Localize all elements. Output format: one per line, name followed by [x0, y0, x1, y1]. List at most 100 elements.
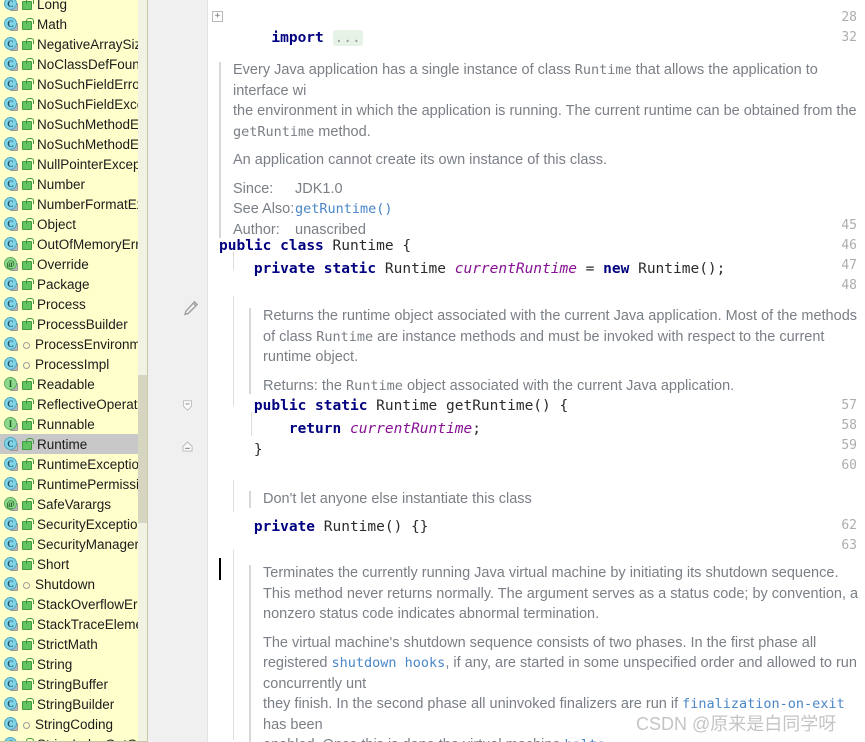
edit-pencil-icon[interactable]	[183, 300, 199, 316]
completion-item-label: StringBuilder	[37, 696, 115, 712]
completion-item[interactable]: C StringCoding	[0, 714, 147, 734]
class-completion-popup[interactable]: C Long C Math C NegativeArraySizeE C NoClassDef…	[0, 0, 148, 742]
line-number[interactable]: 47	[797, 256, 857, 276]
code-line[interactable]: return currentRuntime;	[219, 419, 481, 439]
completion-item[interactable]: C Package	[0, 274, 147, 294]
completion-item[interactable]: C Math	[0, 14, 147, 34]
line-number[interactable]: 57	[797, 396, 857, 416]
completion-item[interactable]: C NullPointerExceptic	[0, 154, 147, 174]
completion-item[interactable]: C NoSuchMethodErro	[0, 114, 147, 134]
code-line[interactable]: public static Runtime getRuntime() {	[219, 396, 568, 416]
class-icon: C	[4, 236, 20, 252]
popup-scrollbar-thumb[interactable]	[138, 375, 147, 523]
completion-item[interactable]: C NoClassDefFoundE	[0, 54, 147, 74]
fold-region-start-icon[interactable]	[182, 400, 193, 411]
completion-item[interactable]: @ Override	[0, 254, 147, 274]
completion-item-selected[interactable]: C Runtime	[0, 434, 147, 454]
completion-item-label: NoClassDefFoundE	[37, 56, 147, 72]
javadoc-link-shutdown-hooks[interactable]: shutdown hooks	[332, 655, 446, 671]
completion-item[interactable]: C OutOfMemoryError	[0, 234, 147, 254]
line-number[interactable]: 28	[797, 8, 857, 28]
gutter-separator	[207, 0, 208, 742]
code-keyword: private	[253, 261, 316, 277]
line-number[interactable]: 59	[797, 436, 857, 456]
folded-imports-ellipsis[interactable]: ...	[332, 30, 363, 46]
import-keyword: import	[271, 30, 324, 46]
javadoc-inline-code-runtime: Runtime	[346, 377, 403, 394]
completion-item-list[interactable]: C Long C Math C NegativeArraySizeE C NoClassDef…	[0, 0, 147, 741]
completion-item-label: RuntimePermission	[37, 476, 147, 492]
completion-item-label: NoSuchFieldError	[37, 76, 145, 92]
completion-item[interactable]: C StringBuilder	[0, 694, 147, 714]
completion-item[interactable]: C SecurityException	[0, 514, 147, 534]
line-number[interactable]: 58	[797, 416, 857, 436]
line-number[interactable]: 63	[797, 536, 857, 556]
code-line[interactable]: private Runtime() {}	[219, 517, 429, 537]
icon-glyph: C	[4, 217, 17, 230]
line-number[interactable]: 48	[797, 276, 857, 296]
completion-item[interactable]: C StringIndexOutOfB	[0, 734, 147, 741]
completion-item[interactable]: C ProcessImpl	[0, 354, 147, 374]
code-line[interactable]: public class Runtime {	[219, 236, 411, 256]
completion-item-label: RuntimeException	[37, 456, 147, 472]
javadoc-link-finalization-on-exit[interactable]: finalization-on-exit	[682, 696, 845, 712]
icon-glyph: I	[4, 417, 17, 430]
class-icon: C	[4, 396, 20, 412]
fold-region-end-icon[interactable]	[182, 441, 193, 452]
class-icon: C	[4, 556, 20, 572]
public-lock-icon	[22, 677, 34, 690]
line-number[interactable]: 60	[797, 456, 857, 476]
javadoc-link-halts[interactable]: halts	[564, 737, 605, 742]
completion-item[interactable]: C Object	[0, 214, 147, 234]
completion-item[interactable]: C StackTraceElement	[0, 614, 147, 634]
completion-item[interactable]: C RuntimeException	[0, 454, 147, 474]
completion-item[interactable]: C NoSuchFieldError	[0, 74, 147, 94]
completion-item[interactable]: I Readable	[0, 374, 147, 394]
icon-glyph: C	[4, 97, 17, 110]
completion-item[interactable]: C String	[0, 654, 147, 674]
popup-scrollbar-track[interactable]	[138, 0, 147, 741]
completion-item[interactable]: C Shutdown	[0, 574, 147, 594]
completion-item[interactable]: I Runnable	[0, 414, 147, 434]
class-icon: C	[4, 176, 20, 192]
completion-item[interactable]: C ProcessBuilder	[0, 314, 147, 334]
completion-item[interactable]: C Long	[0, 0, 147, 14]
javadoc-tag-value[interactable]: getRuntime()	[295, 199, 393, 220]
completion-item[interactable]: @ SafeVarargs	[0, 494, 147, 514]
completion-item[interactable]: C NumberFormatExce	[0, 194, 147, 214]
line-number[interactable]: 32	[797, 28, 857, 48]
class-icon: C	[4, 216, 20, 232]
completion-item[interactable]: C StrictMath	[0, 634, 147, 654]
completion-item[interactable]: C Short	[0, 554, 147, 574]
completion-item[interactable]: C ReflectiveOperation	[0, 394, 147, 414]
completion-item[interactable]: C Process	[0, 294, 147, 314]
indent-guide	[233, 252, 234, 270]
completion-item[interactable]: C NegativeArraySizeE	[0, 34, 147, 54]
public-lock-icon	[22, 497, 34, 510]
annotation-icon: @	[4, 256, 20, 272]
completion-item-label: Package	[37, 276, 90, 292]
completion-item-label: StringCoding	[35, 716, 114, 732]
package-private-icon	[23, 722, 30, 729]
line-number[interactable]: 62	[797, 516, 857, 536]
completion-item[interactable]: C RuntimePermission	[0, 474, 147, 494]
completion-item[interactable]: C StackOverflowError	[0, 594, 147, 614]
icon-glyph: C	[4, 697, 17, 710]
completion-item[interactable]: C NoSuchFieldExcept	[0, 94, 147, 114]
code-text: Runtime	[376, 261, 455, 277]
completion-item[interactable]: C Number	[0, 174, 147, 194]
completion-item[interactable]: C NoSuchMethodExc	[0, 134, 147, 154]
code-line[interactable]: }	[219, 440, 263, 460]
javadoc-text: method.	[314, 123, 371, 140]
import-statement-line[interactable]: import ...	[219, 8, 363, 68]
completion-item-label: SafeVarargs	[37, 496, 112, 512]
icon-glyph: C	[4, 517, 17, 530]
code-keyword: public	[253, 398, 307, 414]
completion-item[interactable]: C ProcessEnvironmen	[0, 334, 147, 354]
completion-item[interactable]: C StringBuffer	[0, 674, 147, 694]
public-lock-icon	[22, 477, 34, 490]
icon-glyph: C	[4, 17, 17, 30]
completion-item-label: ProcessEnvironmen	[35, 336, 147, 352]
code-line[interactable]: private static Runtime currentRuntime = …	[219, 259, 725, 279]
completion-item[interactable]: C SecurityManager	[0, 534, 147, 554]
